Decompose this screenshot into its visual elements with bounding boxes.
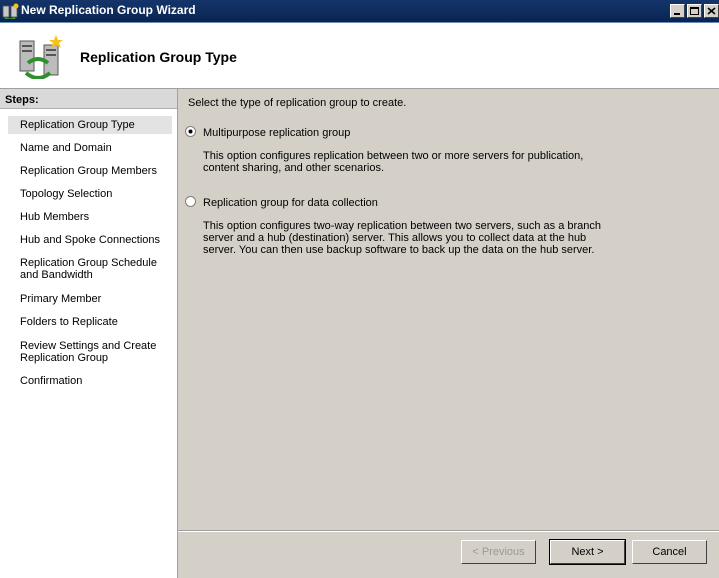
title-bar: New Replication Group Wizard (0, 0, 719, 23)
data-collection-radio[interactable] (185, 196, 196, 207)
cancel-button[interactable]: Cancel (632, 540, 707, 564)
multipurpose-radio[interactable] (185, 126, 196, 137)
step-hub-and-spoke-connections: Hub and Spoke Connections (20, 234, 161, 246)
maximize-button[interactable] (687, 4, 702, 18)
wizard-header: Replication Group Type (0, 23, 719, 89)
step-topology-selection: Topology Selection (20, 188, 113, 200)
replication-app-icon (2, 3, 19, 19)
data-collection-label[interactable]: Replication group for data collection (203, 197, 378, 209)
previous-button[interactable]: < Previous (461, 540, 536, 564)
step-replication-group-members: Replication Group Members (20, 165, 157, 177)
close-button[interactable] (704, 4, 719, 18)
multipurpose-label[interactable]: Multipurpose replication group (203, 127, 350, 139)
next-button[interactable]: Next > (549, 539, 626, 565)
step-primary-member: Primary Member (20, 293, 102, 305)
instruction-text: Select the type of replication group to … (188, 97, 407, 109)
step-name-and-domain: Name and Domain (20, 142, 112, 154)
step-confirmation: Confirmation (20, 375, 83, 387)
step-hub-members: Hub Members (20, 211, 90, 223)
multipurpose-description: This option configures replication betwe… (203, 150, 584, 174)
page-title: Replication Group Type (80, 49, 237, 65)
window-title: New Replication Group Wizard (21, 3, 196, 17)
step-replication-group-type: Replication Group Type (8, 116, 172, 134)
step-schedule-and-bandwidth: Replication Group Schedule and Bandwidth (20, 257, 157, 281)
step-review-settings: Review Settings and Create Replication G… (20, 340, 157, 364)
replication-group-icon (19, 35, 63, 79)
step-folders-to-replicate: Folders to Replicate (20, 316, 118, 328)
footer-divider (178, 530, 719, 532)
data-collection-description: This option configures two-way replicati… (203, 220, 602, 256)
steps-heading: Steps: (0, 89, 177, 109)
minimize-button[interactable] (670, 4, 685, 18)
steps-panel: Steps: Replication Group Type Name and D… (0, 89, 178, 578)
content-panel: Select the type of replication group to … (178, 89, 719, 578)
